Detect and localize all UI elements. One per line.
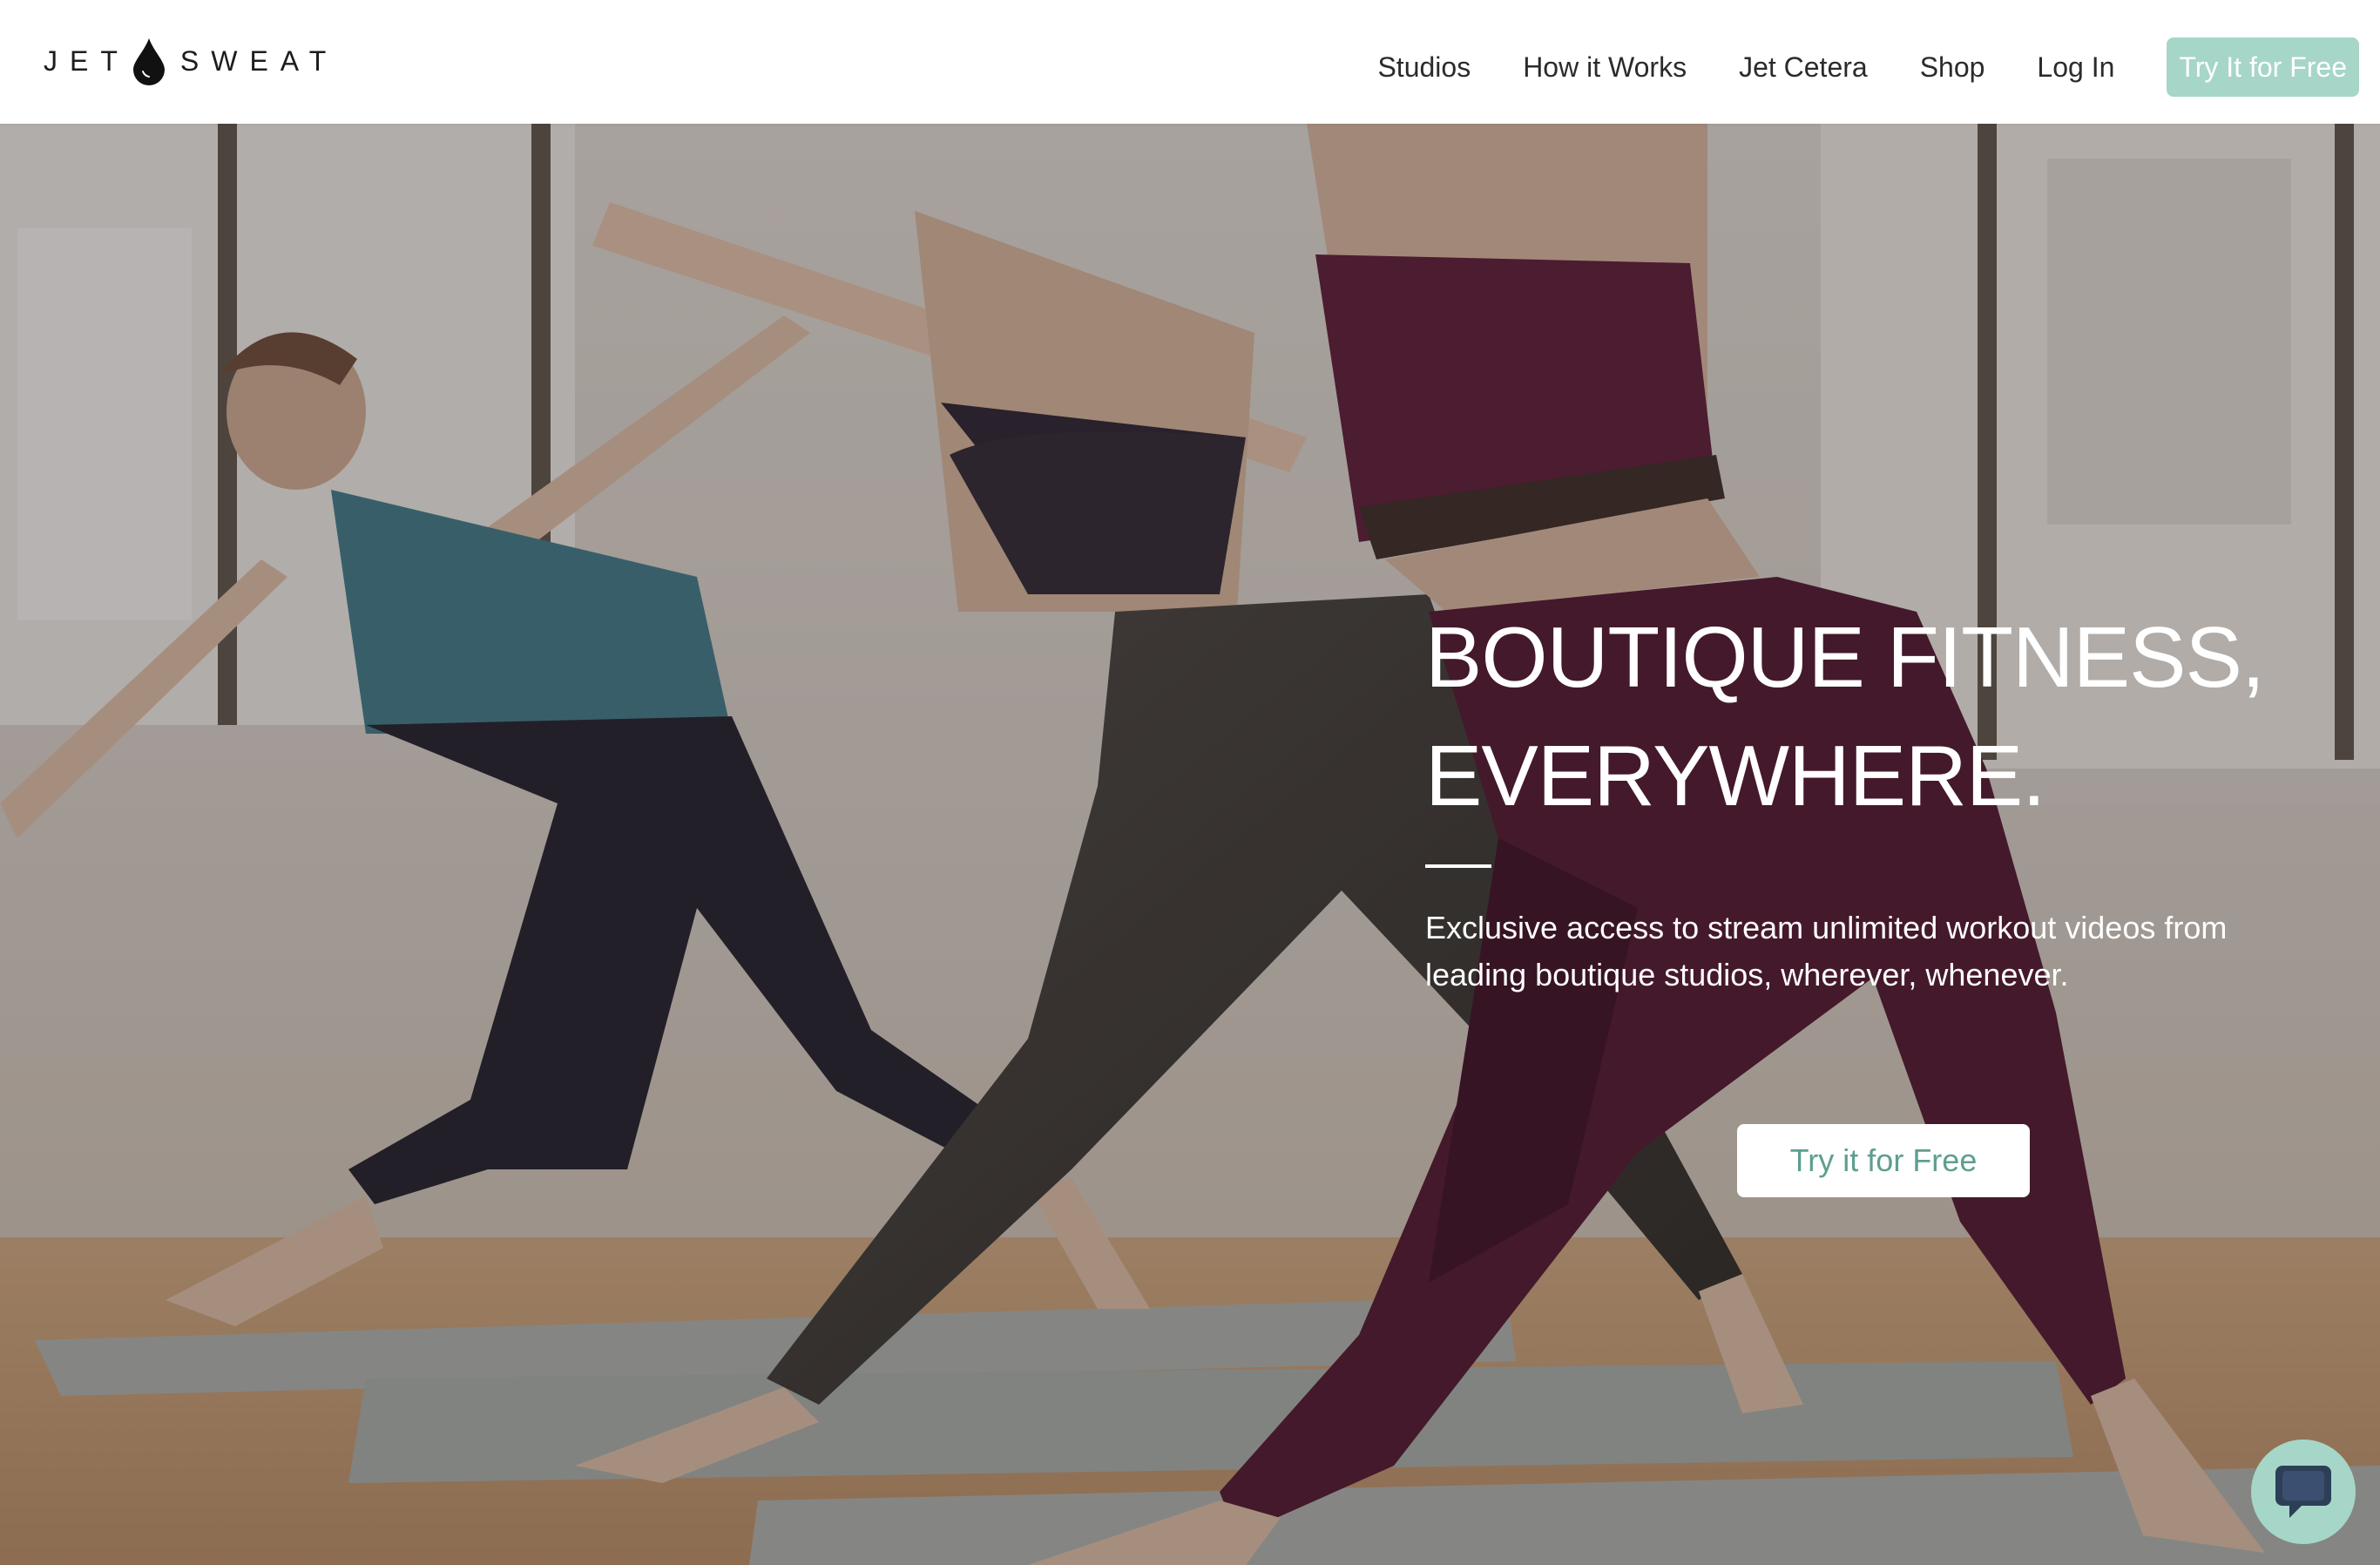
hero-headline: BOUTIQUE FITNESS, EVERYWHERE. — [1425, 598, 2296, 835]
nav-studios[interactable]: Studios — [1377, 51, 1471, 84]
hero-subtitle-line-2: leading boutique studios, wherever, when… — [1425, 957, 2069, 993]
jetsweat-logo[interactable]: JET SWEAT — [44, 35, 338, 87]
nav-how-it-works[interactable]: How it Works — [1523, 51, 1687, 84]
main-nav: Studios How it Works Jet Cetera Shop Log… — [1377, 37, 2359, 98]
header-try-free-button[interactable]: Try It for Free — [2167, 37, 2359, 97]
chat-widget-button[interactable] — [2251, 1440, 2356, 1544]
hero-section: BOUTIQUE FITNESS, EVERYWHERE. Exclusive … — [0, 124, 2380, 1565]
hero-headline-line-2: EVERYWHERE. — [1425, 728, 2045, 823]
logo-text-sweat: SWEAT — [179, 44, 339, 77]
hero-divider — [1425, 864, 1491, 868]
nav-log-in[interactable]: Log In — [2037, 51, 2114, 84]
chat-bubble-icon — [2275, 1466, 2331, 1518]
nav-shop[interactable]: Shop — [1920, 51, 1985, 84]
nav-jet-cetera[interactable]: Jet Cetera — [1739, 51, 1868, 84]
hero-headline-line-1: BOUTIQUE FITNESS, — [1425, 609, 2265, 705]
hero-subtitle: Exclusive access to stream unlimited wor… — [1425, 904, 2288, 999]
site-header: JET SWEAT Studios How it Works Jet Ceter… — [0, 0, 2380, 124]
hero-try-free-button[interactable]: Try it for Free — [1737, 1124, 2030, 1197]
water-drop-icon — [132, 38, 165, 85]
hero-subtitle-line-1: Exclusive access to stream unlimited wor… — [1425, 910, 2228, 945]
logo-text-jet: JET — [44, 44, 130, 77]
hero-content: BOUTIQUE FITNESS, EVERYWHERE. Exclusive … — [1425, 598, 2296, 1197]
